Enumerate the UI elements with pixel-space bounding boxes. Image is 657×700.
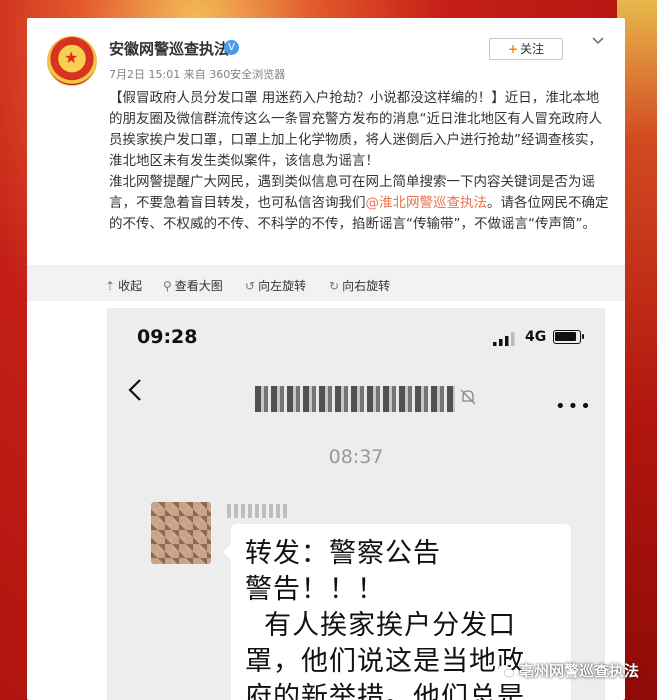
mention-link[interactable]: @淮北网警巡查执法 bbox=[366, 195, 488, 211]
message-line-5: 府的新举措。他们总是 bbox=[245, 682, 525, 700]
star-icon: ★ bbox=[64, 48, 79, 67]
post-meta: 7月2日 15:01 来自 360安全浏览器 bbox=[109, 66, 285, 82]
rotate-right-label: 向右旋转 bbox=[342, 279, 391, 293]
phone-status-time: 09:28 bbox=[137, 326, 198, 348]
mute-bell-icon bbox=[460, 389, 476, 405]
follow-button[interactable]: + 关注 bbox=[489, 38, 563, 60]
chevron-down-icon[interactable] bbox=[591, 34, 605, 48]
message-line-1: 转发：警察公告 bbox=[245, 538, 441, 569]
signal-icon bbox=[493, 332, 515, 346]
view-large-button[interactable]: ⚲ 查看大图 bbox=[163, 277, 223, 294]
phone-screenshot-image[interactable]: 09:28 4G ••• 08:37 转发：警察公告 警告！！！ 有人挨家挨户分… bbox=[107, 308, 605, 700]
police-emblem-avatar[interactable]: ★ bbox=[47, 36, 97, 86]
magnifier-icon: ⚲ bbox=[163, 279, 172, 293]
blurred-sender-name bbox=[227, 504, 287, 518]
rotate-left-label: 向左旋转 bbox=[258, 279, 307, 293]
post-date[interactable]: 7月2日 15:01 bbox=[109, 68, 180, 81]
view-large-label: 查看大图 bbox=[174, 279, 223, 293]
collapse-icon: ⇡ bbox=[105, 279, 116, 293]
message-line-2: 警告！！！ bbox=[245, 574, 385, 605]
weibo-post-card: ★ 安徽网警巡查执法 V 7月2日 15:01 来自 360安全浏览器 + 关注 … bbox=[27, 18, 625, 700]
post-text: 【假冒政府人员分发口罩 用迷药入户抢劫？小说都没这样编的！】近日，淮北本地的朋友… bbox=[109, 88, 609, 235]
rotate-left-icon: ↺ bbox=[245, 279, 256, 293]
network-label: 4G bbox=[525, 329, 547, 345]
account-name[interactable]: 安徽网警巡查执法 bbox=[109, 38, 229, 59]
blurred-chat-title bbox=[255, 386, 455, 412]
plus-icon: + bbox=[507, 42, 519, 56]
rotate-right-button[interactable]: ↻ 向右旋转 bbox=[329, 277, 390, 294]
collapse-button[interactable]: ⇡ 收起 bbox=[105, 277, 142, 294]
back-arrow-icon bbox=[128, 379, 141, 401]
verified-icon: V bbox=[224, 40, 239, 55]
post-source: 来自 360安全浏览器 bbox=[183, 68, 286, 81]
follow-label: 关注 bbox=[520, 42, 545, 56]
collapse-label: 收起 bbox=[118, 279, 143, 293]
watermark: 亳州网警巡查执法 bbox=[497, 660, 639, 681]
rotate-left-button[interactable]: ↺ 向左旋转 bbox=[245, 277, 306, 294]
rotate-right-icon: ↻ bbox=[329, 279, 340, 293]
post-paragraph-1: 【假冒政府人员分发口罩 用迷药入户抢劫？小说都没这样编的！】近日，淮北本地的朋友… bbox=[109, 90, 602, 169]
message-line-3: 有人挨家挨户分发口 bbox=[245, 610, 517, 641]
battery-icon bbox=[553, 330, 584, 344]
wechat-icon bbox=[497, 665, 515, 678]
image-toolbar: ⇡ 收起 ⚲ 查看大图 ↺ 向左旋转 ↻ 向右旋转 bbox=[27, 265, 625, 301]
message-time: 08:37 bbox=[328, 446, 384, 468]
blurred-sender-avatar bbox=[151, 502, 211, 564]
more-options-icon: ••• bbox=[555, 396, 593, 417]
watermark-text: 亳州网警巡查执法 bbox=[518, 662, 639, 680]
post-paragraph-2: 淮北网警提醒广大网民，遇到类似信息可在网上简单搜索一下内容关键词是否为谣言，不要… bbox=[109, 172, 609, 235]
